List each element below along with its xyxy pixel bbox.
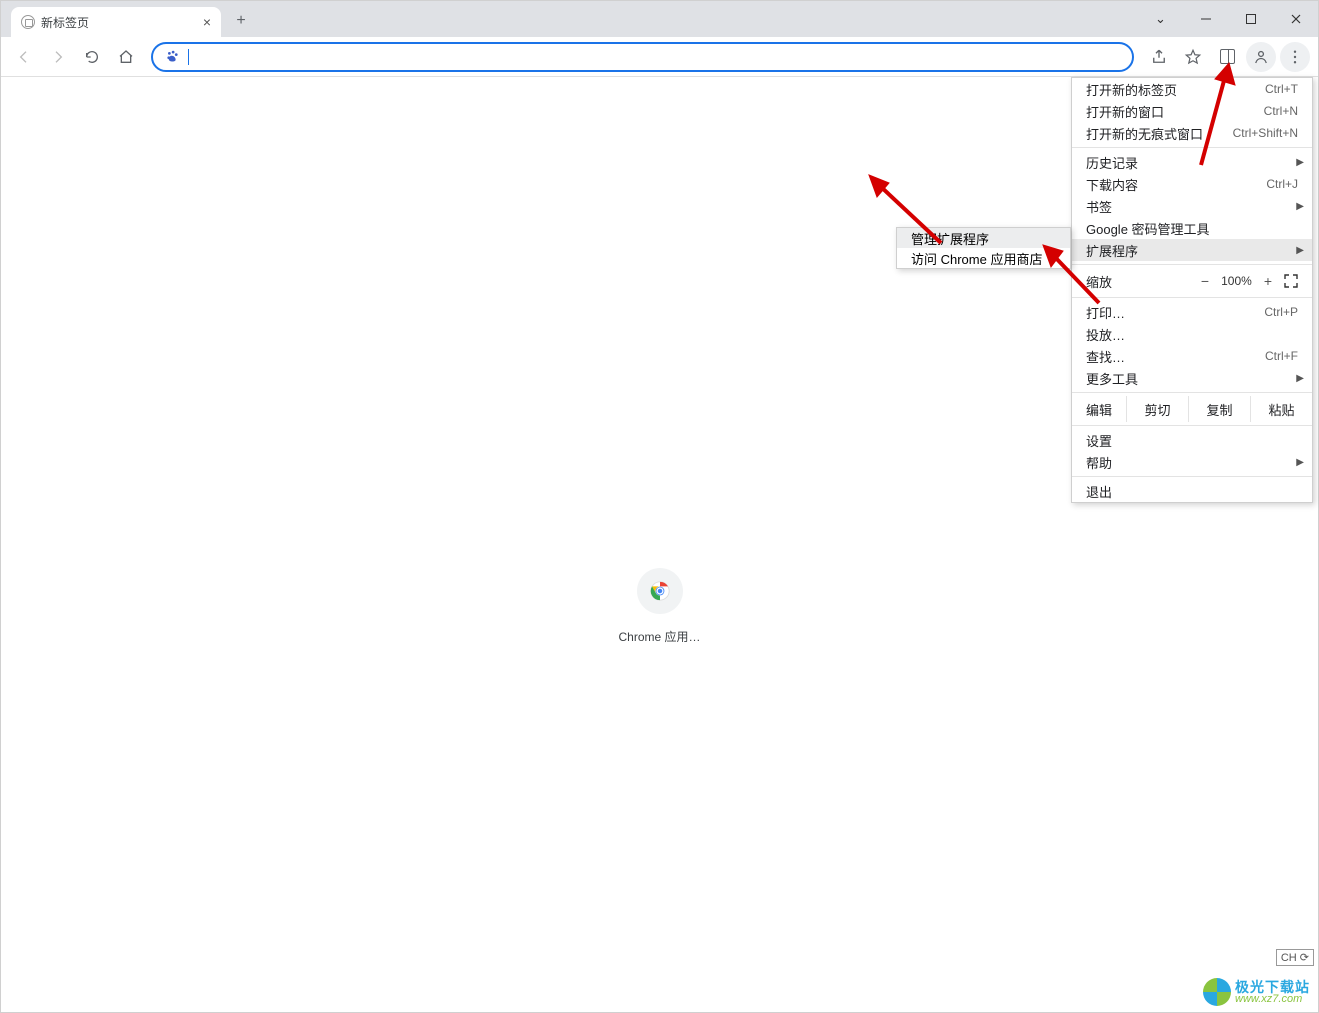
edit-label: 编辑 [1072, 400, 1126, 419]
watermark-logo-icon [1203, 978, 1231, 1006]
menu-more-tools[interactable]: 更多工具▶ [1072, 367, 1312, 389]
annotation-arrow [861, 173, 951, 253]
back-button[interactable] [9, 42, 39, 72]
zoom-out-button[interactable]: − [1201, 273, 1209, 289]
watermark: 极光下载站 www.xz7.com [1203, 978, 1310, 1006]
share-icon[interactable] [1144, 42, 1174, 72]
new-tab-button[interactable]: + [227, 7, 255, 35]
maximize-button[interactable] [1228, 1, 1273, 37]
window-controls: ⌄ [1138, 1, 1318, 37]
menu-edit-row: 编辑 剪切 复制 粘贴 [1072, 396, 1312, 422]
text-caret [188, 49, 189, 65]
zoom-in-button[interactable]: + [1264, 273, 1272, 289]
chevron-right-icon: ▶ [1296, 245, 1304, 256]
menu-bookmarks[interactable]: 书签▶ [1072, 195, 1312, 217]
kebab-menu-icon[interactable] [1280, 42, 1310, 72]
cut-button[interactable]: 剪切 [1126, 396, 1188, 422]
chevron-right-icon: ▶ [1296, 157, 1304, 168]
chevron-right-icon: ▶ [1296, 457, 1304, 468]
chevron-right-icon: ▶ [1296, 201, 1304, 212]
toolbar [1, 37, 1318, 77]
annotation-arrow [1191, 61, 1241, 171]
chevron-down-icon[interactable]: ⌄ [1138, 1, 1183, 37]
browser-tab[interactable]: 新标签页 × [11, 7, 221, 37]
shortcut-label: Chrome 应用… [618, 628, 700, 645]
fullscreen-icon[interactable] [1284, 274, 1298, 288]
omnibox-input[interactable] [197, 49, 1120, 65]
baidu-paw-icon [165, 49, 180, 64]
home-button[interactable] [111, 42, 141, 72]
titlebar: 新标签页 × + ⌄ [1, 1, 1318, 37]
menu-passwords[interactable]: Google 密码管理工具 [1072, 217, 1312, 239]
menu-print[interactable]: 打印…Ctrl+P [1072, 301, 1312, 323]
globe-icon [21, 15, 35, 29]
annotation-arrow [1037, 241, 1107, 311]
reload-button[interactable] [77, 42, 107, 72]
menu-zoom: 缩放 − 100% + [1072, 268, 1312, 294]
menu-downloads[interactable]: 下载内容Ctrl+J [1072, 173, 1312, 195]
profile-icon[interactable] [1246, 42, 1276, 72]
chrome-apps-shortcut[interactable]: Chrome 应用… [618, 568, 700, 645]
watermark-url: www.xz7.com [1235, 994, 1310, 1005]
chrome-logo-icon [636, 568, 682, 614]
close-window-button[interactable] [1273, 1, 1318, 37]
chevron-right-icon: ▶ [1296, 373, 1304, 384]
ime-indicator[interactable]: CH ⟳ [1276, 949, 1314, 966]
menu-find[interactable]: 查找…Ctrl+F [1072, 345, 1312, 367]
menu-help[interactable]: 帮助▶ [1072, 451, 1312, 473]
paste-button[interactable]: 粘贴 [1250, 396, 1312, 422]
menu-settings[interactable]: 设置 [1072, 429, 1312, 451]
copy-button[interactable]: 复制 [1188, 396, 1250, 422]
menu-exit[interactable]: 退出 [1072, 480, 1312, 502]
forward-button[interactable] [43, 42, 73, 72]
menu-cast[interactable]: 投放… [1072, 323, 1312, 345]
tab-title: 新标签页 [41, 14, 89, 31]
menu-extensions[interactable]: 扩展程序▶ [1072, 239, 1312, 261]
zoom-value: 100% [1221, 274, 1252, 288]
address-bar[interactable] [151, 42, 1134, 72]
minimize-button[interactable] [1183, 1, 1228, 37]
close-icon[interactable]: × [203, 14, 211, 30]
watermark-title: 极光下载站 [1235, 980, 1310, 994]
